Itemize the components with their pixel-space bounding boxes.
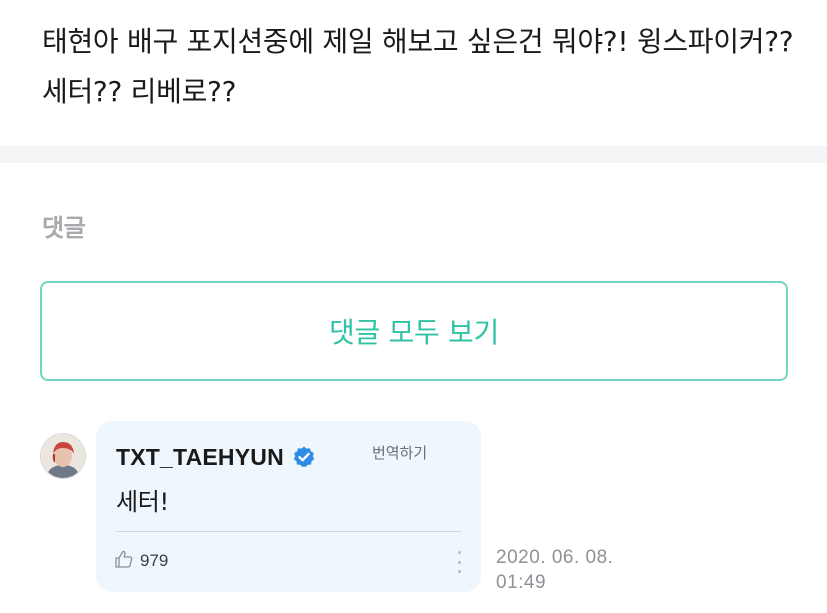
comment-author-name[interactable]: TXT_TAEHYUN <box>116 444 284 471</box>
avatar[interactable] <box>40 433 86 479</box>
comment-author-row: TXT_TAEHYUN <box>116 440 316 474</box>
verified-check-icon <box>292 445 316 469</box>
like-button[interactable]: 979 <box>114 548 168 574</box>
avatar-image <box>41 434 85 478</box>
comments-heading: 댓글 <box>42 214 86 242</box>
view-all-comments-button[interactable]: 댓글 모두 보기 <box>40 281 788 381</box>
comment-text: 세터! <box>116 488 169 516</box>
section-divider <box>0 146 827 163</box>
comment-date: 2020. 06. 08. <box>496 547 614 568</box>
comment-divider <box>116 531 461 532</box>
more-vertical-icon[interactable] <box>453 551 465 573</box>
translate-button[interactable]: 번역하기 <box>372 442 427 463</box>
thumbs-up-icon <box>114 549 134 573</box>
comment-time: 01:49 <box>496 572 547 593</box>
like-count: 979 <box>140 551 169 570</box>
post-text: 태현아 배구 포지션중에 제일 해보고 싶은건 뭐야?! 윙스파이커?? 세터?… <box>42 25 794 108</box>
comment-timestamp: 2020. 06. 08. 01:49 <box>496 545 613 595</box>
